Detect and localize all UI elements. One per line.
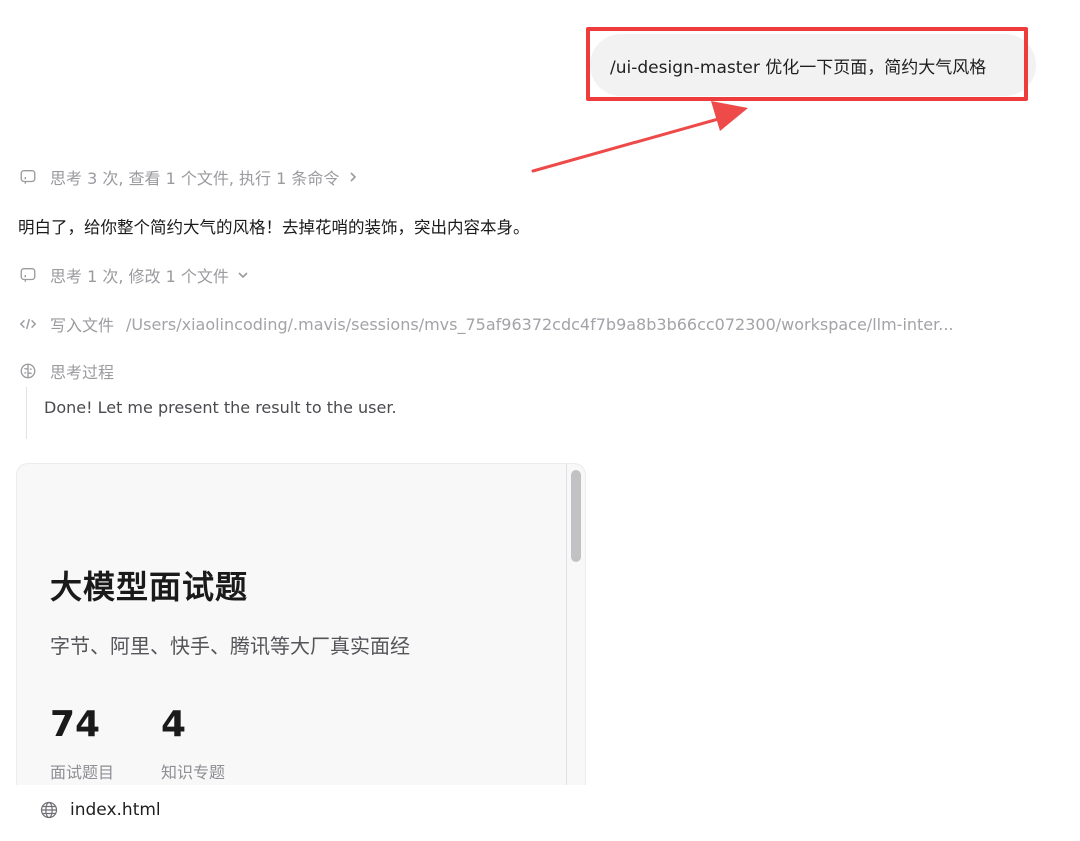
code-icon bbox=[18, 314, 38, 334]
stat-label: 面试题目 bbox=[50, 763, 115, 782]
chevron-right-icon bbox=[347, 171, 359, 183]
globe-icon bbox=[40, 801, 58, 819]
thinking-summary-step[interactable]: 思考 3 次, 查看 1 个文件, 执行 1 条命令 bbox=[18, 165, 359, 189]
preview-scrollbar[interactable] bbox=[571, 470, 581, 562]
page-preview[interactable]: 大模型面试题 字节、阿里、快手、腾讯等大厂真实面经 74 面试题目 4 知识专题 bbox=[16, 463, 586, 785]
assistant-reply: 明白了，给你整个简约大气的风格！去掉花哨的装饰，突出内容本身。 bbox=[18, 218, 530, 237]
file-name: index.html bbox=[70, 800, 161, 820]
thought-text: Done! Let me present the result to the u… bbox=[44, 398, 397, 417]
thought-process-step[interactable]: 思考过程 bbox=[18, 359, 114, 383]
preview-title: 大模型面试题 bbox=[50, 568, 249, 606]
write-file-step[interactable]: 写入文件 /Users/xiaolincoding/.mavis/session… bbox=[18, 312, 954, 336]
stat-questions: 74 面试题目 bbox=[50, 704, 114, 783]
message-square-icon bbox=[18, 265, 38, 285]
write-file-label: 写入文件 bbox=[50, 316, 115, 335]
edit-summary-label: 思考 1 次, 修改 1 个文件 bbox=[50, 267, 229, 286]
edit-summary-step[interactable]: 思考 1 次, 修改 1 个文件 bbox=[18, 263, 249, 287]
file-attachment[interactable]: index.html bbox=[40, 800, 161, 820]
preview-scroll-track bbox=[566, 464, 567, 785]
chevron-down-icon bbox=[237, 269, 249, 281]
stat-topics: 4 知识专题 bbox=[161, 704, 225, 783]
thought-divider bbox=[26, 387, 27, 439]
thinking-summary-label: 思考 3 次, 查看 1 个文件, 执行 1 条命令 bbox=[50, 169, 340, 188]
stat-value: 4 bbox=[161, 704, 187, 745]
stat-label: 知识专题 bbox=[161, 763, 226, 782]
message-square-icon bbox=[18, 167, 38, 187]
write-file-path[interactable]: /Users/xiaolincoding/.mavis/sessions/mvs… bbox=[126, 315, 954, 334]
preview-subtitle: 字节、阿里、快手、腾讯等大厂真实面经 bbox=[50, 634, 410, 658]
brain-icon bbox=[18, 361, 38, 381]
highlight-box bbox=[586, 27, 1028, 101]
stat-value: 74 bbox=[50, 704, 101, 745]
thought-process-label: 思考过程 bbox=[50, 363, 115, 382]
